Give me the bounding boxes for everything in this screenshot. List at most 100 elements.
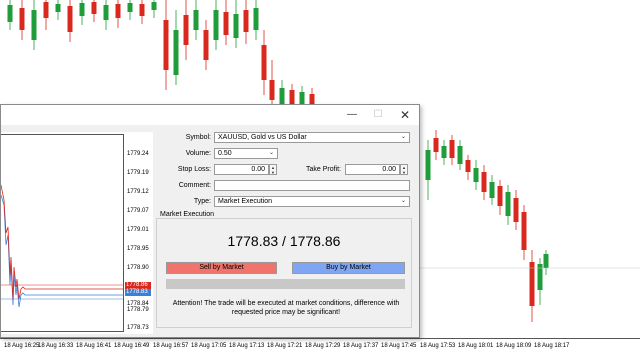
candle-body bbox=[473, 168, 479, 182]
chevron-down-icon: ⌄ bbox=[400, 198, 406, 204]
take-profit-stepper[interactable]: ▲ ▼ bbox=[400, 164, 408, 175]
stop-loss-value: 0.00 bbox=[251, 166, 265, 173]
dialog-titlebar[interactable]: — ☐ ✕ bbox=[1, 105, 419, 125]
stop-loss-label: Stop Loss: bbox=[177, 166, 211, 173]
candle-body bbox=[91, 2, 97, 14]
candle-body bbox=[253, 8, 259, 30]
time-label: 18 Aug 17:21 bbox=[267, 343, 303, 349]
candle-body bbox=[79, 3, 85, 16]
type-select[interactable]: Market Execution ⌄ bbox=[214, 196, 410, 207]
time-label: 18 Aug 16:57 bbox=[153, 343, 189, 349]
time-label: 18 Aug 17:29 bbox=[305, 343, 341, 349]
price-tick: 1778.95 bbox=[127, 246, 149, 252]
chevron-down-icon: ⌄ bbox=[400, 134, 406, 140]
candle-body bbox=[233, 14, 239, 38]
price-tick: 1779.12 bbox=[127, 189, 149, 195]
tick-chart: 1779.24 1779.19 1779.12 1779.07 1779.01 … bbox=[0, 132, 153, 334]
time-label: 18 Aug 16:41 bbox=[76, 343, 112, 349]
minimize-icon[interactable]: — bbox=[339, 105, 365, 125]
comment-label: Comment: bbox=[178, 182, 211, 189]
candle-body bbox=[223, 12, 229, 35]
candle-body bbox=[279, 88, 285, 104]
candle-body bbox=[127, 3, 133, 12]
close-icon[interactable]: ✕ bbox=[392, 105, 418, 125]
candle-body bbox=[19, 8, 25, 30]
candle-body bbox=[183, 15, 189, 45]
candle-body bbox=[441, 146, 447, 158]
execution-progress-bar bbox=[166, 279, 405, 289]
symbol-value: XAUUSD, Gold vs US Dollar bbox=[218, 134, 307, 141]
time-label: 18 Aug 17:05 bbox=[191, 343, 227, 349]
candle-body bbox=[213, 10, 219, 40]
type-value: Market Execution bbox=[218, 198, 273, 205]
buy-by-market-button[interactable]: Buy by Market bbox=[292, 262, 405, 274]
tick-chart-lines bbox=[0, 184, 124, 308]
time-label: 18 Aug 17:53 bbox=[420, 343, 456, 349]
stop-loss-stepper[interactable]: ▲ ▼ bbox=[269, 164, 277, 175]
market-execution-title: Market Execution bbox=[160, 211, 215, 218]
candle-body bbox=[243, 10, 249, 32]
candle-body bbox=[513, 198, 519, 222]
time-label: 18 Aug 16:25 bbox=[4, 343, 40, 349]
candle-body bbox=[425, 150, 431, 180]
candle-body bbox=[55, 4, 61, 12]
candle-body bbox=[299, 92, 305, 104]
candle-body bbox=[481, 172, 487, 192]
take-profit-value: 0.00 bbox=[382, 166, 396, 173]
volume-select[interactable]: 0.50 ⌄ bbox=[214, 148, 278, 159]
candle-body bbox=[139, 4, 145, 16]
candle-body bbox=[433, 138, 439, 152]
sell-by-market-button[interactable]: Sell by Market bbox=[166, 262, 277, 274]
type-label: Type: bbox=[193, 198, 211, 205]
candle-body bbox=[7, 5, 13, 22]
time-label: 18 Aug 17:37 bbox=[343, 343, 379, 349]
candle-body bbox=[43, 2, 49, 18]
comment-input[interactable] bbox=[214, 180, 410, 191]
symbol-label: Symbol: bbox=[185, 134, 211, 141]
candle-body bbox=[31, 10, 37, 40]
price-tick: 1778.90 bbox=[127, 265, 149, 271]
candle-body bbox=[115, 4, 121, 18]
candle-body bbox=[289, 90, 295, 104]
price-tick: 1779.24 bbox=[127, 151, 149, 157]
price-tick: 1778.73 bbox=[127, 325, 149, 331]
candle-body bbox=[151, 2, 157, 10]
candle-body bbox=[163, 20, 169, 70]
volume-value: 0.50 bbox=[218, 150, 232, 157]
take-profit-label: Take Profit: bbox=[305, 166, 341, 173]
candle-body bbox=[521, 212, 527, 250]
stop-loss-input[interactable]: 0.00 bbox=[214, 164, 269, 175]
time-axis: 18 Aug 16:25 18 Aug 16:33 18 Aug 16:41 1… bbox=[0, 338, 640, 360]
candle-body bbox=[449, 140, 455, 158]
market-execution-panel: 1778.83 / 1778.86 Sell by Market Buy by … bbox=[156, 218, 412, 328]
chevron-down-icon: ⌄ bbox=[268, 150, 274, 156]
price-tick: 1778.79 bbox=[127, 307, 149, 313]
time-label: 18 Aug 18:17 bbox=[534, 343, 570, 349]
candle-body bbox=[489, 182, 495, 198]
time-label: 18 Aug 17:13 bbox=[229, 343, 265, 349]
take-profit-input[interactable]: 0.00 bbox=[345, 164, 400, 175]
time-label: 18 Aug 16:33 bbox=[38, 343, 74, 349]
tick-chart-plot bbox=[0, 134, 124, 332]
candle-body bbox=[203, 30, 209, 60]
candle-body bbox=[505, 192, 511, 216]
candle-body bbox=[103, 5, 109, 20]
candle-body bbox=[457, 146, 463, 164]
time-label: 18 Aug 18:09 bbox=[496, 343, 532, 349]
time-label: 18 Aug 16:49 bbox=[114, 343, 150, 349]
candle-body bbox=[309, 94, 315, 104]
candle-body bbox=[269, 80, 275, 100]
price-display: 1778.83 / 1778.86 bbox=[227, 233, 341, 249]
time-label: 18 Aug 18:01 bbox=[458, 343, 494, 349]
symbol-select[interactable]: XAUUSD, Gold vs US Dollar ⌄ bbox=[214, 132, 410, 143]
candle-body bbox=[261, 45, 267, 80]
volume-label: Volume: bbox=[185, 150, 211, 157]
bid-price-tag: 1778.83 bbox=[125, 289, 151, 296]
maximize-icon: ☐ bbox=[373, 109, 383, 120]
price-tick: 1779.19 bbox=[127, 170, 149, 176]
candle-body bbox=[465, 160, 471, 172]
candle-body bbox=[193, 10, 199, 30]
candle-body bbox=[497, 186, 503, 206]
candle-body bbox=[173, 30, 179, 75]
execution-warning: Attention! The trade will be executed at… bbox=[172, 300, 400, 316]
